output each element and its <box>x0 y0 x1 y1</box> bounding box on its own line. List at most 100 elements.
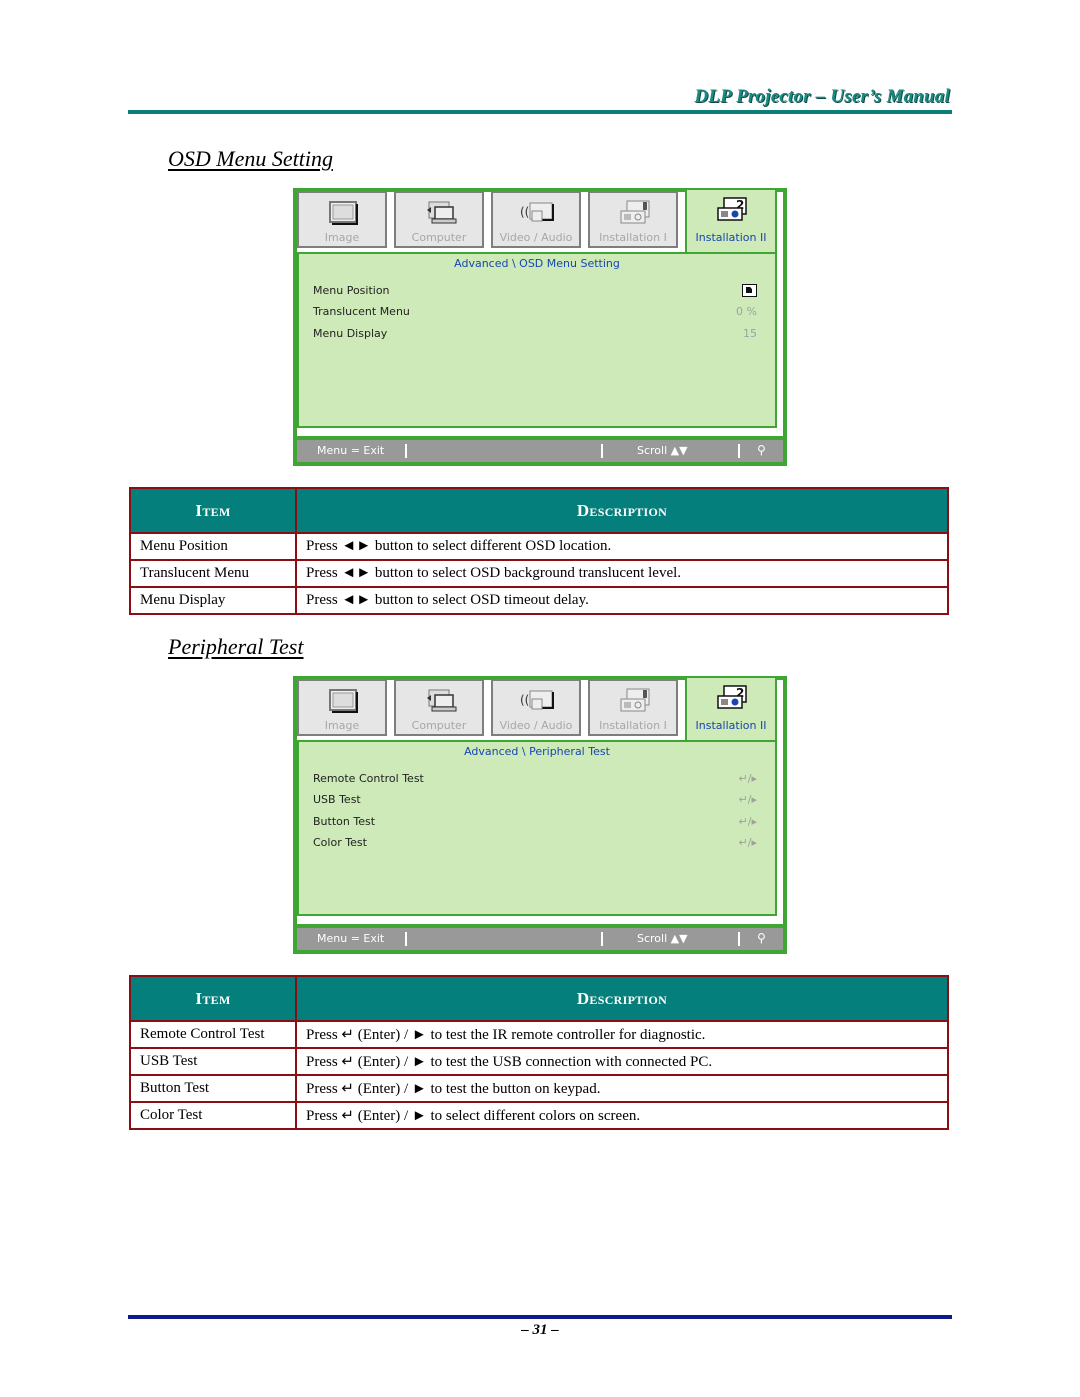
osd-item-translucent-menu[interactable]: Translucent Menu 0 % <box>313 305 757 325</box>
osd-menu-screenshot: Image Computer ((Video / Audio Installation… <box>293 188 787 466</box>
osd-tab-label: Image <box>324 719 360 732</box>
osd-tab-image[interactable]: Image <box>297 679 387 736</box>
installation-1-icon <box>617 199 653 227</box>
osd-tab-label: Installation I <box>599 719 667 732</box>
osd-item-button-test[interactable]: Button Test ↵/▸ <box>313 815 757 835</box>
osd-menu-screenshot: Image Computer (( Video / Audio Installation… <box>293 676 787 954</box>
video-audio-icon: (( <box>520 687 556 715</box>
footer-separator <box>738 932 740 946</box>
osd-tab-label: Installation II <box>695 719 767 732</box>
item-cell: Color Test <box>129 1101 297 1130</box>
table-row: USB Test Press ↵ (Enter) / ► to test the… <box>129 1047 949 1076</box>
enter-right-icon: ↵/▸ <box>738 772 757 785</box>
osd-item-label: Menu Display <box>313 327 388 340</box>
section-title-peripheral-test: Peripheral Test <box>168 634 304 659</box>
section-title-osd-menu-setting: OSD Menu Setting <box>168 146 333 171</box>
item-cell: Remote Control Test <box>129 1020 297 1049</box>
footer-rule <box>128 1315 952 1319</box>
osd-breadcrumb: Advanced \ OSD Menu Setting <box>297 252 777 276</box>
osd-tab-label: Installation I <box>599 231 667 244</box>
column-header-item: Item <box>129 975 297 1022</box>
computer-icon <box>423 199 459 227</box>
osd-item-menu-display[interactable]: Menu Display 15 <box>313 327 757 347</box>
enter-right-icon: ↵/▸ <box>738 815 757 828</box>
osd-menu-setting-table: Item Description Menu Position Press ◄► … <box>129 487 949 615</box>
osd-item-label: Menu Position <box>313 284 390 297</box>
header-rule <box>128 110 952 114</box>
footer-separator <box>601 444 603 458</box>
osd-tab-video-audio[interactable]: (( Video / Audio <box>491 679 581 736</box>
osd-item-usb-test[interactable]: USB Test ↵/▸ <box>313 793 757 813</box>
svg-text:((: (( <box>520 205 529 219</box>
table-row: Menu Display Press ◄► button to select O… <box>129 586 949 615</box>
osd-tab-computer[interactable]: Computer <box>394 679 484 736</box>
osd-item-label: Translucent Menu <box>313 305 410 318</box>
osd-tab-video-audio[interactable]: ((Video / Audio <box>491 191 581 248</box>
item-cell: USB Test <box>129 1047 297 1076</box>
osd-tab-label: Computer <box>411 231 467 244</box>
osd-item-label: Remote Control Test <box>313 772 424 785</box>
description-cell: Press ↵ (Enter) / ► to test the USB conn… <box>295 1047 949 1076</box>
description-cell: Press ◄► button to select OSD background… <box>295 559 949 588</box>
computer-icon <box>423 687 459 715</box>
item-cell: Menu Position <box>129 532 297 561</box>
osd-footer: Menu = Exit Scroll ▲▼ ⚲ <box>297 928 783 950</box>
osd-item-menu-position[interactable]: Menu Position <box>313 284 757 304</box>
description-cell: Press ◄► button to select OSD timeout de… <box>295 586 949 615</box>
image-icon <box>326 687 362 715</box>
osd-footer: Menu = Exit Scroll ▲▼ ⚲ <box>297 440 783 462</box>
table-row: Remote Control Test Press ↵ (Enter) / ► … <box>129 1020 949 1049</box>
column-header-item: Item <box>129 487 297 534</box>
osd-tab-installation-ii[interactable]: 2 Installation II <box>685 188 777 254</box>
osd-item-value: 0 % <box>736 305 757 318</box>
osd-tab-installation-i[interactable]: Installation I <box>588 679 678 736</box>
item-cell: Button Test <box>129 1074 297 1103</box>
osd-content: Remote Control Test ↵/▸ USB Test ↵/▸ But… <box>297 762 777 916</box>
osd-item-remote-control-test[interactable]: Remote Control Test ↵/▸ <box>313 772 757 792</box>
osd-tab-label: Video / Audio <box>499 719 573 732</box>
footer-separator <box>738 444 740 458</box>
table-row: Translucent Menu Press ◄► button to sele… <box>129 559 949 588</box>
osd-tab-label: Image <box>324 231 360 244</box>
table-row: Button Test Press ↵ (Enter) / ► to test … <box>129 1074 949 1103</box>
menu-exit-hint: Menu = Exit <box>317 444 385 457</box>
osd-tab-image[interactable]: Image <box>297 191 387 248</box>
column-header-description: Description <box>295 487 949 534</box>
svg-text:((: (( <box>520 693 529 707</box>
osd-tab-computer[interactable]: Computer <box>394 191 484 248</box>
osd-tab-installation-ii[interactable]: 2 Installation II <box>685 676 777 742</box>
osd-tab-installation-i[interactable]: Installation I <box>588 191 678 248</box>
page-number: – 31 – <box>521 1322 559 1338</box>
osd-item-label: USB Test <box>313 793 361 806</box>
video-audio-icon: (( <box>520 199 556 227</box>
lamp-icon: ⚲ <box>757 443 766 457</box>
item-cell: Translucent Menu <box>129 559 297 588</box>
osd-tab-label: Installation II <box>695 231 767 244</box>
item-cell: Menu Display <box>129 586 297 615</box>
description-cell: Press ↵ (Enter) / ► to test the button o… <box>295 1074 949 1103</box>
installation-1-icon <box>617 687 653 715</box>
osd-item-value: 15 <box>743 327 757 340</box>
installation-2-icon: 2 <box>714 684 750 712</box>
menu-exit-hint: Menu = Exit <box>317 932 385 945</box>
osd-item-color-test[interactable]: Color Test ↵/▸ <box>313 836 757 856</box>
footer-separator <box>405 444 407 458</box>
column-header-description: Description <box>295 975 949 1022</box>
scroll-hint: Scroll ▲▼ <box>637 932 688 945</box>
table-row: Menu Position Press ◄► button to select … <box>129 532 949 561</box>
description-cell: Press ◄► button to select different OSD … <box>295 532 949 561</box>
peripheral-test-table: Item Description Remote Control Test Pre… <box>129 975 949 1130</box>
lamp-icon: ⚲ <box>757 931 766 945</box>
enter-right-icon: ↵/▸ <box>738 793 757 806</box>
osd-content: Menu Position Translucent Menu 0 % Menu … <box>297 274 777 428</box>
image-icon <box>326 199 362 227</box>
footer-separator <box>601 932 603 946</box>
table-row: Color Test Press ↵ (Enter) / ► to select… <box>129 1101 949 1130</box>
position-icon <box>742 284 757 297</box>
description-cell: Press ↵ (Enter) / ► to select different … <box>295 1101 949 1130</box>
document-header-title: DLP Projector – User’s Manual <box>694 86 950 107</box>
enter-right-icon: ↵/▸ <box>738 836 757 849</box>
installation-2-icon: 2 <box>714 196 750 224</box>
footer-separator <box>405 932 407 946</box>
osd-tab-label: Computer <box>411 719 467 732</box>
